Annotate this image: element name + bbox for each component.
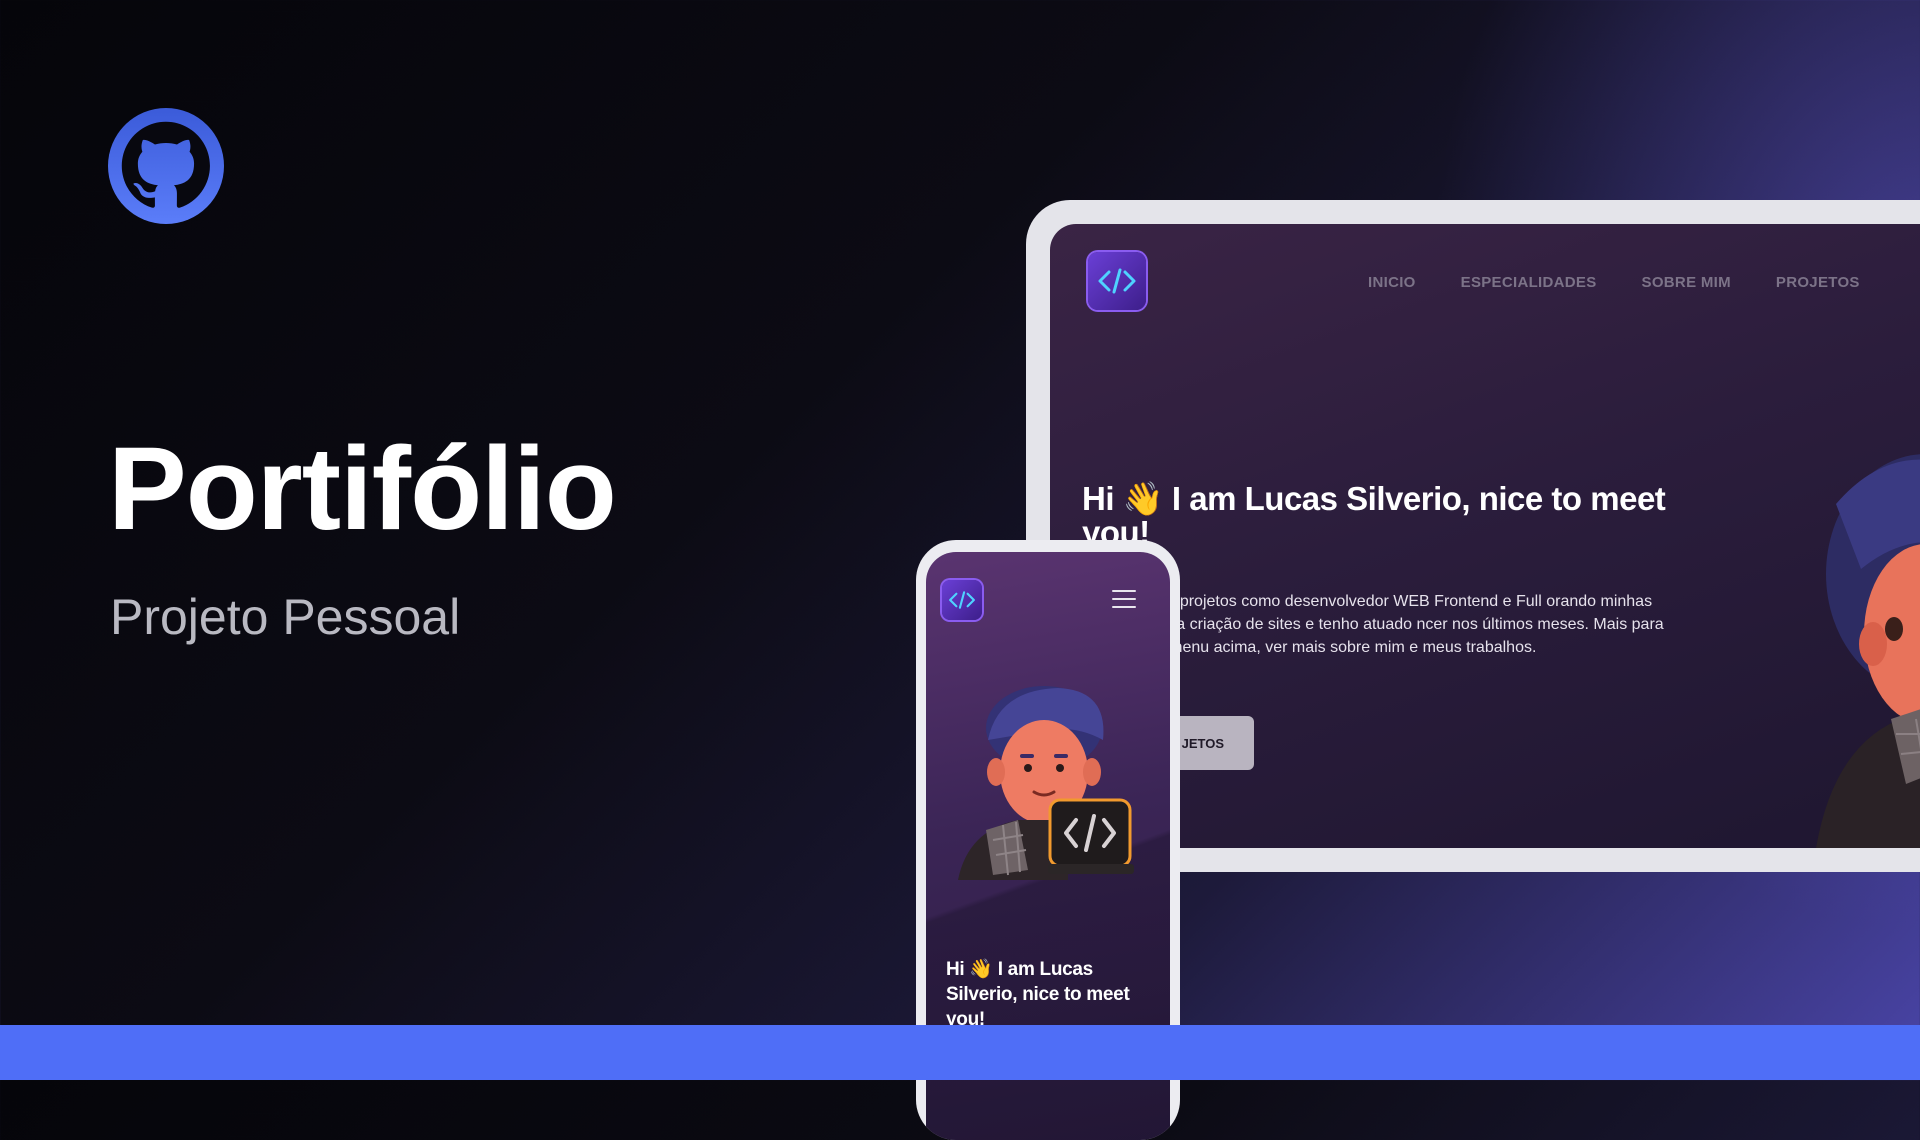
bottom-accent-bar (0, 1025, 1920, 1080)
hero-heading: Hi 👋 I am Lucas Silverio, nice to meet y… (1082, 480, 1666, 551)
page-subtitle: Projeto Pessoal (110, 589, 461, 645)
code-brackets-icon (949, 591, 975, 609)
hamburger-menu-icon[interactable] (1112, 590, 1136, 608)
hero-heading-mobile: Hi 👋 I am Lucas Silverio, nice to meet y… (946, 959, 1130, 1030)
site-nav: INICIO ESPECIALIDADES SOBRE MIM PROJETOS (1368, 274, 1860, 291)
avatar-illustration (1816, 454, 1920, 848)
avatar-illustration-mobile (958, 686, 1134, 880)
github-icon[interactable] (108, 108, 224, 224)
nav-projetos[interactable]: PROJETOS (1776, 274, 1860, 291)
code-brackets-icon (1098, 268, 1136, 294)
site-logo[interactable] (1088, 252, 1146, 310)
site-logo-mobile[interactable] (942, 580, 982, 620)
nav-inicio[interactable]: INICIO (1368, 274, 1416, 291)
tablet-screen: INICIO ESPECIALIDADES SOBRE MIM PROJETOS… (1050, 224, 1920, 848)
nav-especialidades[interactable]: ESPECIALIDADES (1461, 274, 1597, 291)
nav-sobre-mim[interactable]: SOBRE MIM (1642, 274, 1731, 291)
page-title: Portifólio (108, 423, 617, 555)
